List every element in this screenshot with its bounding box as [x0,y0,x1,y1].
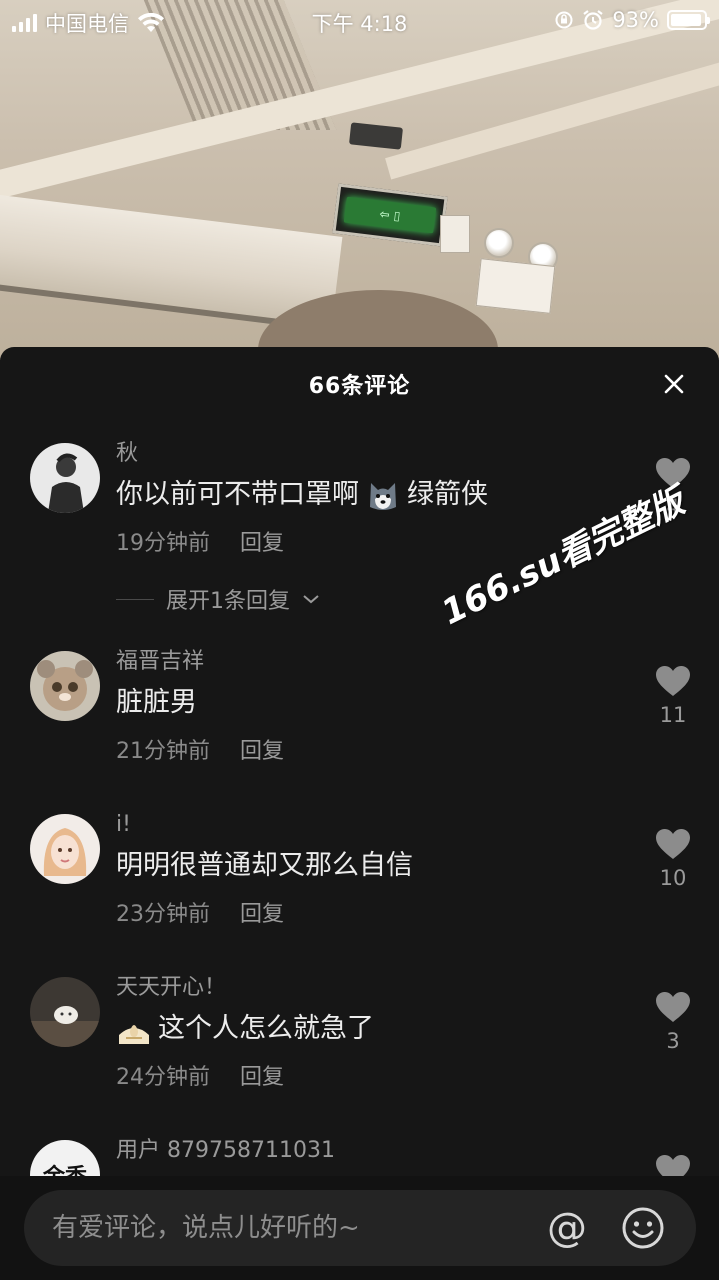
reply-button[interactable]: 回复 [240,733,284,765]
reply-button[interactable]: 回复 [240,1059,284,1091]
comment-username[interactable]: 福晋吉祥 [116,649,636,675]
like-button[interactable]: 11 [655,665,691,727]
avatar[interactable] [30,443,100,513]
avatar[interactable] [30,977,100,1047]
alarm-icon [583,10,603,30]
emergency-box [475,258,556,314]
comment-username[interactable]: 秋 [116,441,636,467]
battery-icon [667,10,710,30]
comment-text-suffix: 绿箭侠 [407,479,488,510]
at-mention-label: @ [547,1205,587,1251]
comment-time: 24分钟前 [116,1065,210,1090]
comment-text: 明明很普通却又那么自信 [116,850,413,881]
sweat-emoji-icon [119,1025,149,1044]
reply-button[interactable]: 回复 [240,896,284,928]
battery-percent: 93% [612,8,659,32]
heart-icon [656,666,690,696]
carrier-label: 中国电信 [45,12,129,36]
comment-username[interactable]: i! [116,812,636,838]
like-button[interactable]: 10 [655,828,691,890]
expand-replies-button[interactable]: 展开1条回复 [116,583,320,615]
like-count: 3 [666,1029,680,1053]
comment-text: 脏脏男 [116,687,197,718]
heart-icon [656,992,690,1022]
video-background[interactable]: ⇦ ▯ [0,0,719,360]
exit-box [440,215,470,253]
comment-input-bar: @ [0,1176,719,1280]
comment-time: 23分钟前 [116,902,210,927]
avatar[interactable] [30,651,100,721]
chevron-down-icon [303,595,319,604]
heart-icon [656,829,690,859]
status-bar: 中国电信 下午 4:18 93% [0,0,719,40]
exit-sign: ⇦ ▯ [332,183,448,247]
reply-button[interactable]: 回复 [240,525,284,557]
comment-time: 19分钟前 [116,531,210,556]
comment-input[interactable] [24,1190,544,1266]
comments-count-title: 66条评论 [308,374,411,399]
husky-emoji-icon [370,483,396,510]
divider [116,598,154,600]
at-mention-icon[interactable]: @ [544,1205,590,1251]
comment-username[interactable]: 用户 879758711031 [116,1138,636,1164]
orientation-lock-icon [555,11,573,29]
comment-text: 这个人怎么就急了 [116,1011,636,1047]
like-count: 11 [659,703,687,727]
avatar[interactable] [30,814,100,884]
comments-sheet: 66条评论 秋 你以前可不带口罩啊 绿箭侠 19分钟前 回复 4 展开1条回复 … [0,347,719,1280]
sheet-header: 66条评论 [0,347,719,421]
comment-username[interactable]: 天天开心！ [116,975,636,1001]
wifi-icon [138,13,164,32]
comment-text-main: 这个人怎么就急了 [158,1013,374,1044]
ceiling-camera [348,122,404,150]
like-button[interactable]: 3 [655,991,691,1053]
expand-replies-label: 展开1条回复 [166,589,290,614]
comment-time: 21分钟前 [116,739,210,764]
comment-input-container: @ [24,1190,696,1266]
avatar[interactable]: 余香 [30,1140,100,1181]
emoji-picker-icon[interactable] [620,1205,666,1251]
comment-text-main: 你以前可不带口罩啊 [116,479,359,510]
comment-text: 你以前可不带口罩啊 绿箭侠 [116,477,636,513]
like-count: 10 [659,866,687,890]
emergency-lamp [484,228,514,258]
cellular-signal-icon [12,14,37,32]
close-icon[interactable] [659,369,689,399]
